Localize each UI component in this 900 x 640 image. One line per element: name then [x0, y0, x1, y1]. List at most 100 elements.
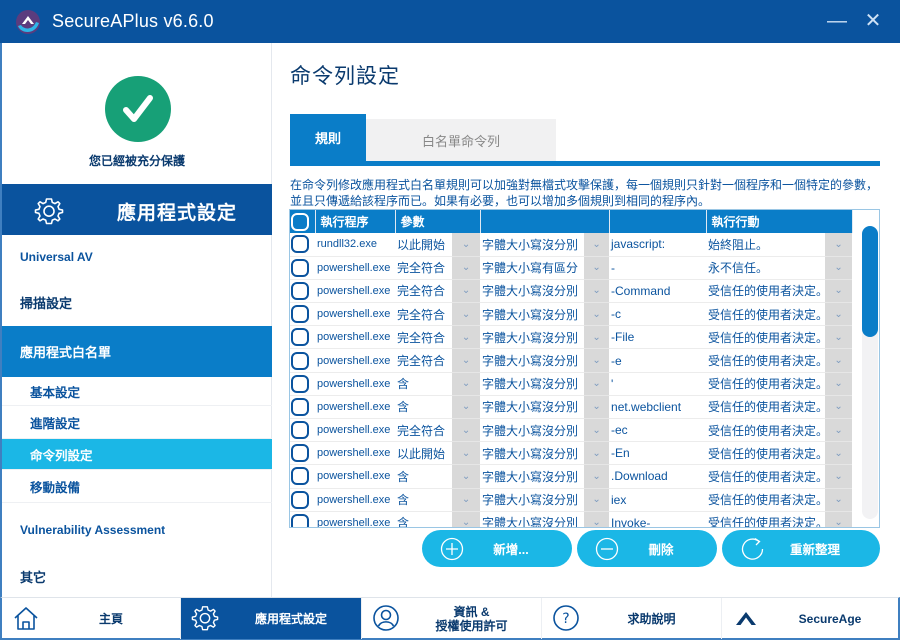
- table-row[interactable]: powershell.exe 完全符合 ⌄ 字體大小寫沒分別 ⌄ -File 受信任的使用者…: [290, 325, 853, 350]
- action-dropdown[interactable]: ⌄: [825, 511, 853, 527]
- bottom-nav-home[interactable]: 主頁: [2, 598, 181, 639]
- action-dropdown[interactable]: ⌄: [825, 418, 853, 443]
- table-row[interactable]: powershell.exe 完全符合 ⌄ 字體大小寫沒分別 ⌄ -e 受信任的使用者決定。…: [290, 348, 853, 373]
- table-row[interactable]: rundll32.exe 以此開始 ⌄ 字體大小寫沒分別 ⌄ javascript: 始終阻…: [290, 233, 853, 257]
- match-type-dropdown[interactable]: ⌄: [452, 372, 481, 396]
- case-sensitivity-dropdown[interactable]: ⌄: [584, 418, 610, 443]
- minimize-button[interactable]: —: [824, 8, 850, 34]
- case-sensitivity-dropdown[interactable]: ⌄: [584, 256, 610, 280]
- row-checkbox[interactable]: [291, 444, 309, 463]
- action-dropdown[interactable]: ⌄: [825, 441, 853, 466]
- row-checkbox[interactable]: [291, 490, 309, 509]
- sidebar-item-mobile-devices[interactable]: 移動設備: [2, 470, 272, 503]
- column-header-action[interactable]: 執行行動: [706, 210, 853, 233]
- bottom-nav-info-license[interactable]: 資訊 & 授權使用許可: [362, 598, 542, 639]
- action-dropdown[interactable]: ⌄: [825, 348, 853, 373]
- action-dropdown[interactable]: ⌄: [825, 395, 853, 420]
- tab-whitelist-command-line[interactable]: 白名單命令列: [366, 119, 556, 161]
- case-sensitivity-dropdown[interactable]: ⌄: [584, 511, 610, 527]
- action-dropdown[interactable]: ⌄: [825, 464, 853, 489]
- sidebar-item-advanced-settings[interactable]: 進階設定: [2, 406, 272, 439]
- select-all-checkbox[interactable]: [291, 212, 309, 231]
- program-cell: powershell.exe: [315, 441, 395, 466]
- column-header-parameters[interactable]: 參數: [395, 210, 481, 233]
- case-sensitivity-dropdown[interactable]: ⌄: [584, 372, 610, 396]
- close-button[interactable]: ✕: [860, 8, 886, 34]
- case-sensitivity-dropdown[interactable]: ⌄: [584, 464, 610, 489]
- sidebar-item-command-line-settings[interactable]: 命令列設定: [2, 439, 272, 470]
- program-cell: powershell.exe: [315, 511, 395, 527]
- row-checkbox-cell: [290, 256, 315, 280]
- action-dropdown[interactable]: ⌄: [825, 302, 853, 327]
- action-dropdown[interactable]: ⌄: [825, 372, 853, 396]
- row-checkbox[interactable]: [291, 235, 309, 254]
- table-row[interactable]: powershell.exe 含 ⌄ 字體大小寫沒分別 ⌄ iex 受信任的使用者決定。 ⌄: [290, 488, 853, 512]
- case-sensitivity-dropdown[interactable]: ⌄: [584, 325, 610, 350]
- row-checkbox[interactable]: [291, 397, 309, 416]
- row-checkbox[interactable]: [291, 421, 309, 440]
- case-sensitivity-dropdown[interactable]: ⌄: [584, 348, 610, 373]
- row-checkbox[interactable]: [291, 258, 309, 277]
- bottom-nav-help[interactable]: ? 求助說明: [542, 598, 722, 639]
- match-type-dropdown[interactable]: ⌄: [452, 233, 481, 257]
- match-type-dropdown[interactable]: ⌄: [452, 302, 481, 327]
- action-dropdown[interactable]: ⌄: [825, 325, 853, 350]
- table-row[interactable]: powershell.exe 含 ⌄ 字體大小寫沒分別 ⌄ net.webclient 受信…: [290, 395, 853, 420]
- action-dropdown[interactable]: ⌄: [825, 488, 853, 512]
- case-sensitivity-dropdown[interactable]: ⌄: [584, 441, 610, 466]
- row-checkbox[interactable]: [291, 467, 309, 486]
- match-type-dropdown[interactable]: ⌄: [452, 279, 481, 304]
- table-row[interactable]: powershell.exe 以此開始 ⌄ 字體大小寫沒分別 ⌄ -En 受信任的使用者決定…: [290, 441, 853, 466]
- add-rule-button[interactable]: 新增...: [422, 530, 572, 567]
- action-dropdown[interactable]: ⌄: [825, 256, 853, 280]
- table-row[interactable]: powershell.exe 完全符合 ⌄ 字體大小寫沒分別 ⌄ -c 受信任的使用者決定。…: [290, 302, 853, 327]
- bottom-nav-app-settings[interactable]: 應用程式設定: [181, 598, 362, 639]
- sidebar-item-universal-av[interactable]: Universal AV: [2, 235, 272, 279]
- case-sensitivity-dropdown[interactable]: ⌄: [584, 488, 610, 512]
- match-type-dropdown[interactable]: ⌄: [452, 488, 481, 512]
- checkmark-icon: [123, 95, 153, 122]
- row-checkbox[interactable]: [291, 374, 309, 393]
- row-checkbox[interactable]: [291, 328, 309, 347]
- action-dropdown[interactable]: ⌄: [825, 233, 853, 257]
- table-row[interactable]: powershell.exe 完全符合 ⌄ 字體大小寫沒分別 ⌄ -Command 受信任的…: [290, 279, 853, 304]
- match-type-dropdown[interactable]: ⌄: [452, 441, 481, 466]
- sidebar-item-other[interactable]: 其它: [2, 555, 272, 597]
- match-type-dropdown[interactable]: ⌄: [452, 464, 481, 489]
- row-checkbox[interactable]: [291, 281, 309, 300]
- match-type-dropdown[interactable]: ⌄: [452, 395, 481, 420]
- case-sensitivity-dropdown[interactable]: ⌄: [584, 279, 610, 304]
- match-type-cell: 完全符合: [395, 325, 452, 350]
- case-sensitivity-dropdown[interactable]: ⌄: [584, 395, 610, 420]
- tab-rules[interactable]: 規則: [290, 114, 366, 161]
- table-row[interactable]: powershell.exe 含 ⌄ 字體大小寫沒分別 ⌄ Invoke- 受信任的使用者決…: [290, 511, 853, 527]
- column-header-program[interactable]: 執行程序: [315, 210, 396, 233]
- delete-rule-button[interactable]: 刪除: [577, 530, 717, 567]
- sidebar-item-basic-settings[interactable]: 基本設定: [2, 377, 272, 406]
- bottom-nav-secureage[interactable]: SecureAge: [722, 598, 898, 639]
- action-dropdown[interactable]: ⌄: [825, 279, 853, 304]
- parameter-value-cell: -c: [609, 302, 707, 327]
- case-sensitivity-dropdown[interactable]: ⌄: [584, 302, 610, 327]
- table-scrollbar-thumb[interactable]: [862, 226, 878, 337]
- case-sensitivity-cell: 字體大小寫沒分別: [480, 233, 585, 257]
- sidebar-item-app-whitelist[interactable]: 應用程式白名單: [2, 326, 272, 377]
- match-type-dropdown[interactable]: ⌄: [452, 418, 481, 443]
- row-checkbox[interactable]: [291, 513, 309, 527]
- table-row[interactable]: powershell.exe 含 ⌄ 字體大小寫沒分別 ⌄ ' 受信任的使用者決定。 ⌄: [290, 372, 853, 396]
- match-type-dropdown[interactable]: ⌄: [452, 511, 481, 527]
- match-type-dropdown[interactable]: ⌄: [452, 325, 481, 350]
- table-row[interactable]: powershell.exe 完全符合 ⌄ 字體大小寫有區分 ⌄ - 永不信任。 ⌄: [290, 256, 853, 280]
- row-checkbox[interactable]: [291, 351, 309, 370]
- row-checkbox[interactable]: [291, 305, 309, 324]
- sidebar-item-scan-settings[interactable]: 掃描設定: [2, 279, 272, 326]
- case-sensitivity-dropdown[interactable]: ⌄: [584, 233, 610, 257]
- table-row[interactable]: powershell.exe 含 ⌄ 字體大小寫沒分別 ⌄ .Download 受信任的使用…: [290, 464, 853, 489]
- match-type-dropdown[interactable]: ⌄: [452, 256, 481, 280]
- table-row[interactable]: powershell.exe 完全符合 ⌄ 字體大小寫沒分別 ⌄ -ec 受信任的使用者決定…: [290, 418, 853, 443]
- match-type-dropdown[interactable]: ⌄: [452, 348, 481, 373]
- section-header-app-settings: 應用程式設定: [2, 184, 272, 235]
- app-logo-icon: [16, 10, 40, 34]
- sidebar-item-vulnerability-assessment[interactable]: Vulnerability Assessment: [2, 509, 272, 551]
- refresh-button[interactable]: 重新整理: [722, 530, 880, 567]
